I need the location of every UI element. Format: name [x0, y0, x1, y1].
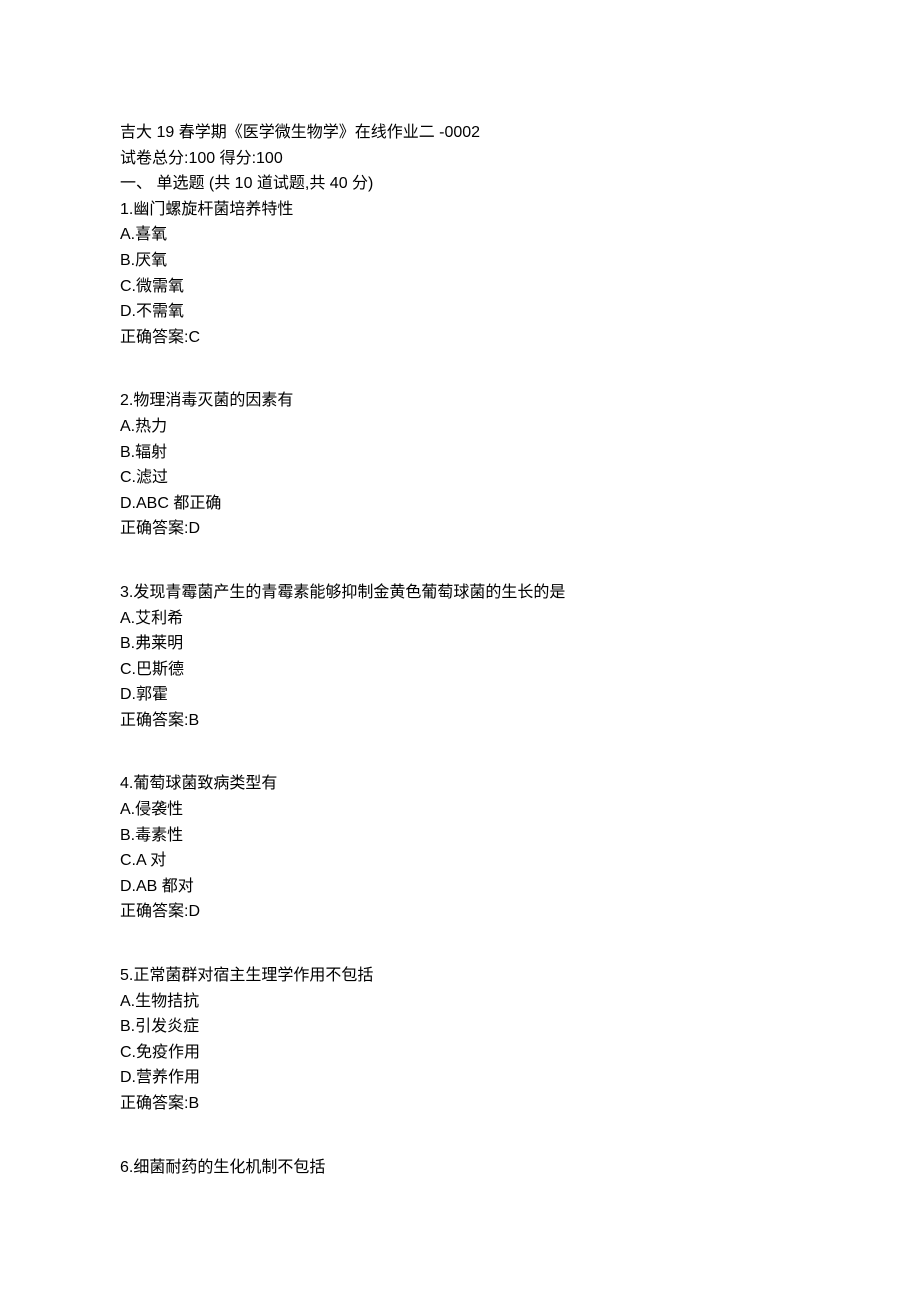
question-block: 5.正常菌群对宿主生理学作用不包括 A.生物拮抗 B.引发炎症 C.免疫作用 D…: [120, 963, 800, 1117]
section-title: 一、 单选题 (共 10 道试题,共 40 分): [120, 171, 800, 197]
question-answer: 正确答案:C: [120, 325, 800, 351]
score-line: 试卷总分:100 得分:100: [120, 146, 800, 172]
question-option: D.营养作用: [120, 1065, 800, 1091]
question-option: A.喜氧: [120, 222, 800, 248]
question-stem: 5.正常菌群对宿主生理学作用不包括: [120, 963, 800, 989]
question-option: A.生物拮抗: [120, 989, 800, 1015]
question-option: B.弗莱明: [120, 631, 800, 657]
question-answer: 正确答案:B: [120, 1091, 800, 1117]
question-block: 6.细菌耐药的生化机制不包括: [120, 1155, 800, 1181]
question-option: A.侵袭性: [120, 797, 800, 823]
header-block: 吉大 19 春学期《医学微生物学》在线作业二 -0002 试卷总分:100 得分…: [120, 120, 800, 350]
question-option: D.不需氧: [120, 299, 800, 325]
question-option: D.郭霍: [120, 682, 800, 708]
question-option: A.艾利希: [120, 606, 800, 632]
question-option: D.ABC 都正确: [120, 491, 800, 517]
question-block: 3.发现青霉菌产生的青霉素能够抑制金黄色葡萄球菌的生长的是 A.艾利希 B.弗莱…: [120, 580, 800, 734]
question-block: 2.物理消毒灭菌的因素有 A.热力 B.辐射 C.滤过 D.ABC 都正确 正确…: [120, 388, 800, 542]
question-answer: 正确答案:D: [120, 899, 800, 925]
question-stem: 2.物理消毒灭菌的因素有: [120, 388, 800, 414]
document-page: 吉大 19 春学期《医学微生物学》在线作业二 -0002 试卷总分:100 得分…: [0, 0, 920, 1302]
question-stem: 4.葡萄球菌致病类型有: [120, 771, 800, 797]
question-option: A.热力: [120, 414, 800, 440]
question-option: B.辐射: [120, 440, 800, 466]
question-block: 4.葡萄球菌致病类型有 A.侵袭性 B.毒素性 C.A 对 D.AB 都对 正确…: [120, 771, 800, 925]
question-answer: 正确答案:B: [120, 708, 800, 734]
question-option: C.A 对: [120, 848, 800, 874]
question-option: C.免疫作用: [120, 1040, 800, 1066]
question-option: C.滤过: [120, 465, 800, 491]
exam-title: 吉大 19 春学期《医学微生物学》在线作业二 -0002: [120, 120, 800, 146]
question-stem: 6.细菌耐药的生化机制不包括: [120, 1155, 800, 1181]
question-option: C.巴斯德: [120, 657, 800, 683]
question-option: D.AB 都对: [120, 874, 800, 900]
question-answer: 正确答案:D: [120, 516, 800, 542]
question-stem: 3.发现青霉菌产生的青霉素能够抑制金黄色葡萄球菌的生长的是: [120, 580, 800, 606]
question-stem: 1.幽门螺旋杆菌培养特性: [120, 197, 800, 223]
question-option: B.厌氧: [120, 248, 800, 274]
question-option: B.毒素性: [120, 823, 800, 849]
question-option: C.微需氧: [120, 274, 800, 300]
question-option: B.引发炎症: [120, 1014, 800, 1040]
